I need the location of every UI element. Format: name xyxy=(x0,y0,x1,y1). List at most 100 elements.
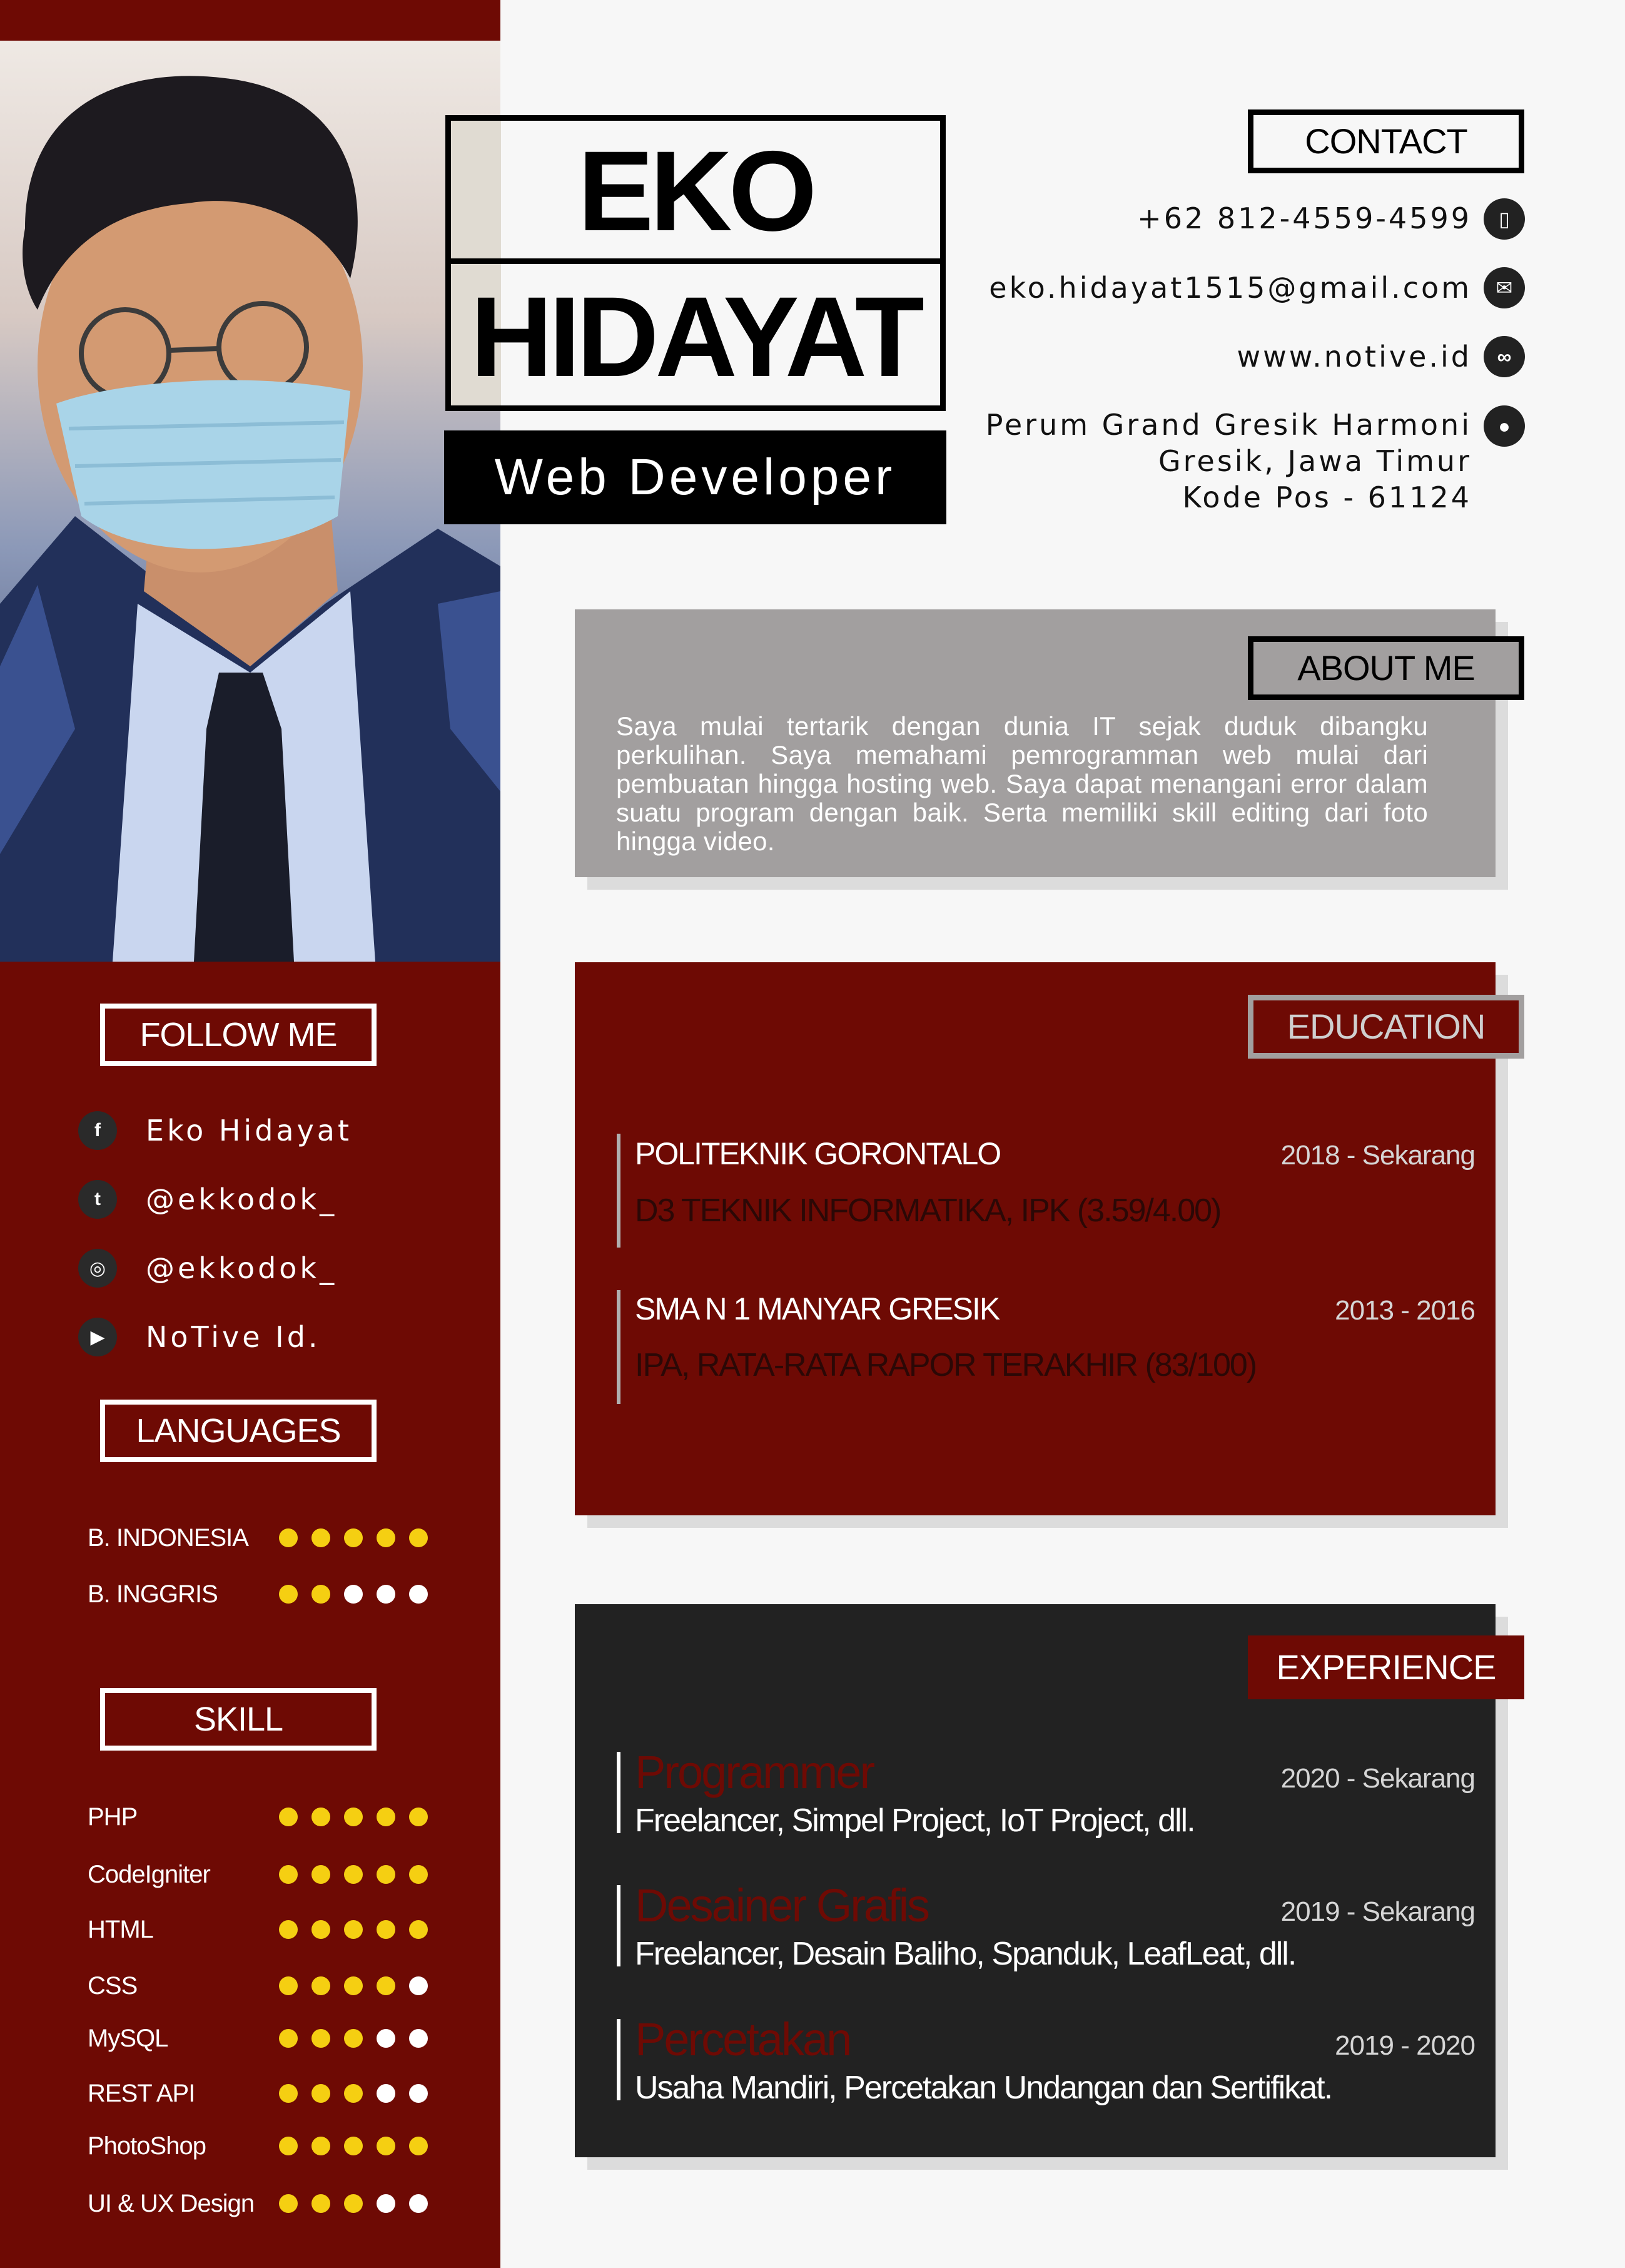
rating-dot-filled xyxy=(344,2137,363,2155)
education-years: 2013 - 2016 xyxy=(1335,1295,1476,1326)
skill-label: PHP xyxy=(88,1803,138,1831)
rating-dot-filled xyxy=(311,1865,330,1884)
follow-me-heading: FOLLOW ME xyxy=(100,1004,377,1066)
job-title: Web Developer xyxy=(444,430,946,524)
experience-heading: EXPERIENCE xyxy=(1248,1635,1524,1699)
rating-dot-filled xyxy=(377,1920,395,1939)
language-rating xyxy=(279,1585,428,1604)
about-heading: ABOUT ME xyxy=(1248,636,1524,700)
experience-role: Percetakan xyxy=(635,2013,852,2065)
experience-bar xyxy=(617,1752,620,1833)
rating-dot-filled xyxy=(279,1528,298,1547)
about-text: Saya mulai tertarik dengan dunia IT seja… xyxy=(616,711,1428,856)
rating-dot-filled xyxy=(279,1976,298,1995)
phone-icon: ▯ xyxy=(1484,198,1525,240)
last-name: HIDAYAT xyxy=(470,273,924,400)
skill-label: REST API xyxy=(88,2079,195,2107)
experience-years: 2020 - Sekarang xyxy=(1280,1763,1476,1794)
skill-label: CSS xyxy=(88,1971,138,2000)
social-link-label: NoTive Id. xyxy=(146,1320,321,1354)
social-link-label: Eko Hidayat xyxy=(146,1114,353,1147)
rating-dot-filled xyxy=(344,2029,363,2048)
education-bar xyxy=(617,1290,620,1404)
experience-detail: Freelancer, Desain Baliho, Spanduk, Leaf… xyxy=(635,1936,1297,1972)
social-link[interactable]: t @ekkodok_ xyxy=(78,1177,453,1221)
email-icon: ✉ xyxy=(1484,267,1525,308)
social-link[interactable]: ◎ @ekkodok_ xyxy=(78,1246,453,1290)
skill-row: CSS xyxy=(88,1967,438,2005)
contact-heading: CONTACT xyxy=(1248,109,1524,173)
website-link[interactable]: www.notive.id xyxy=(1237,340,1472,374)
rating-dot-empty xyxy=(377,2029,395,2048)
school-name: SMA N 1 MANYAR GRESIK xyxy=(635,1291,1000,1326)
skill-row: UI & UX Design xyxy=(88,2185,438,2222)
education-heading: EDUCATION xyxy=(1248,995,1524,1059)
education-years: 2018 - Sekarang xyxy=(1280,1140,1476,1171)
twitter-icon: t xyxy=(78,1180,117,1219)
name-divider xyxy=(445,258,946,264)
rating-dot-filled xyxy=(311,1976,330,1995)
link-icon: ∞ xyxy=(1484,336,1525,377)
skill-heading: SKILL xyxy=(100,1688,377,1751)
rating-dot-filled xyxy=(279,2194,298,2213)
youtube-icon: ▶ xyxy=(78,1318,117,1356)
skill-row: REST API xyxy=(88,2075,438,2112)
address-line: Perum Grand Gresik Harmoni xyxy=(985,408,1472,442)
location-pin-icon: ● xyxy=(1484,405,1525,447)
skill-row: PhotoShop xyxy=(88,2127,438,2165)
rating-dot-filled xyxy=(344,1865,363,1884)
rating-dot-filled xyxy=(344,2194,363,2213)
rating-dot-filled xyxy=(311,2194,330,2213)
rating-dot-filled xyxy=(409,1528,428,1547)
address: Perum Grand Gresik Harmoni Gresik, Jawa … xyxy=(986,407,1472,516)
experience-years: 2019 - Sekarang xyxy=(1280,1896,1476,1927)
skill-rating xyxy=(279,2137,428,2155)
rating-dot-empty xyxy=(377,1585,395,1604)
instagram-icon: ◎ xyxy=(78,1249,117,1288)
rating-dot-filled xyxy=(377,1808,395,1826)
skill-rating xyxy=(279,1808,428,1826)
social-link[interactable]: f Eko Hidayat xyxy=(78,1109,453,1152)
skill-row: MySQL xyxy=(88,2020,438,2057)
rating-dot-filled xyxy=(377,1865,395,1884)
rating-dot-filled xyxy=(311,1585,330,1604)
language-row: B. INGGRIS xyxy=(88,1575,438,1613)
rating-dot-filled xyxy=(279,2137,298,2155)
profile-photo-illustration xyxy=(0,76,500,962)
skill-rating xyxy=(279,2194,428,2213)
skill-row: CodeIgniter xyxy=(88,1856,438,1893)
rating-dot-filled xyxy=(409,1808,428,1826)
experience-bar xyxy=(617,1885,620,1966)
school-name: POLITEKNIK GORONTALO xyxy=(635,1136,1001,1171)
skill-label: MySQL xyxy=(88,2024,168,2052)
experience-role: Programmer xyxy=(635,1746,875,1798)
rating-dot-filled xyxy=(377,1976,395,1995)
social-link[interactable]: ▶ NoTive Id. xyxy=(78,1315,453,1359)
language-label: B. INDONESIA xyxy=(88,1523,249,1552)
email-address[interactable]: eko.hidayat1515@gmail.com xyxy=(989,271,1472,305)
rating-dot-filled xyxy=(311,1808,330,1826)
experience-years: 2019 - 2020 xyxy=(1335,2030,1476,2061)
skill-label: UI & UX Design xyxy=(88,2189,255,2217)
rating-dot-filled xyxy=(279,1920,298,1939)
rating-dot-filled xyxy=(409,1865,428,1884)
skill-rating xyxy=(279,1865,428,1884)
rating-dot-empty xyxy=(344,1585,363,1604)
language-rating xyxy=(279,1528,428,1547)
rating-dot-filled xyxy=(279,2084,298,2103)
language-row: B. INDONESIA xyxy=(88,1519,438,1557)
social-link-label: @ekkodok_ xyxy=(146,1182,338,1216)
rating-dot-filled xyxy=(311,1528,330,1547)
rating-dot-filled xyxy=(344,1976,363,1995)
rating-dot-filled xyxy=(344,1528,363,1547)
rating-dot-empty xyxy=(409,2194,428,2213)
rating-dot-filled xyxy=(377,1528,395,1547)
rating-dot-filled xyxy=(311,2137,330,2155)
skill-rating xyxy=(279,2029,428,2048)
skill-label: PhotoShop xyxy=(88,2132,206,2160)
skill-rating xyxy=(279,1976,428,1995)
education-detail: IPA, RATA-RATA RAPOR TERAKHIR (83/100) xyxy=(635,1347,1257,1383)
experience-bar xyxy=(617,2019,620,2100)
skill-row: HTML xyxy=(88,1911,438,1948)
education-detail: D3 TEKNIK INFORMATIKA, IPK (3.59/4.00) xyxy=(635,1192,1222,1229)
